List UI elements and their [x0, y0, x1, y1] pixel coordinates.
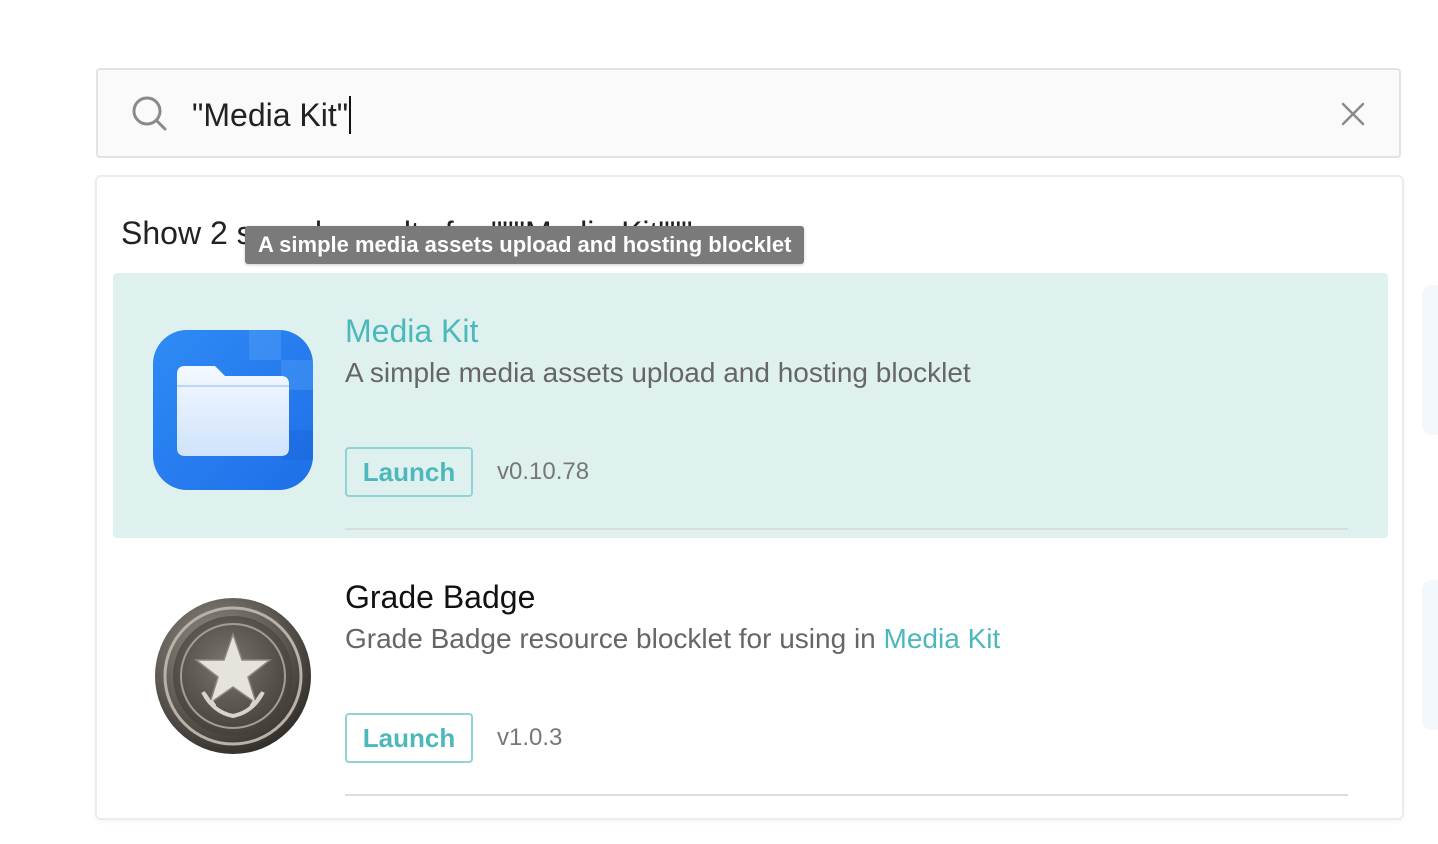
version-label: v0.10.78: [497, 458, 590, 485]
star-badge-icon: [155, 598, 311, 754]
description-text: Grade Badge resource blocklet for using …: [345, 623, 884, 654]
text-caret: [349, 96, 352, 134]
tooltip: A simple media assets upload and hosting…: [245, 226, 805, 264]
search-bar[interactable]: "Media Kit": [96, 68, 1401, 158]
search-icon: [132, 96, 167, 131]
result-item-grade-badge[interactable]: Grade Badge Grade Badge resource blockle…: [113, 539, 1388, 804]
version-label: v1.0.3: [497, 724, 563, 751]
result-item-description: A simple media assets upload and hosting…: [345, 357, 971, 388]
edge-card: [1422, 285, 1438, 435]
search-input-value: "Media Kit": [192, 97, 349, 133]
search-results-panel: Show 2 search results for """Media Kit""…: [95, 175, 1404, 820]
result-item-title[interactable]: Media Kit: [345, 311, 478, 351]
result-item-description: Grade Badge resource blocklet for using …: [345, 621, 1000, 657]
folder-app-icon: [153, 330, 313, 490]
launch-button[interactable]: Launch: [345, 447, 473, 497]
search-input[interactable]: "Media Kit": [192, 90, 1292, 140]
edge-card: [1422, 580, 1438, 730]
result-item-title[interactable]: Grade Badge: [345, 577, 535, 617]
divider: [345, 528, 1348, 530]
close-icon[interactable]: [1339, 100, 1367, 128]
result-item-media-kit[interactable]: Media Kit A simple media assets upload a…: [113, 273, 1388, 538]
description-highlight: Media Kit: [883, 623, 1001, 654]
page: "Media Kit" Show 2 search results for ""…: [0, 0, 1438, 844]
divider: [345, 794, 1348, 796]
launch-button[interactable]: Launch: [345, 713, 473, 763]
